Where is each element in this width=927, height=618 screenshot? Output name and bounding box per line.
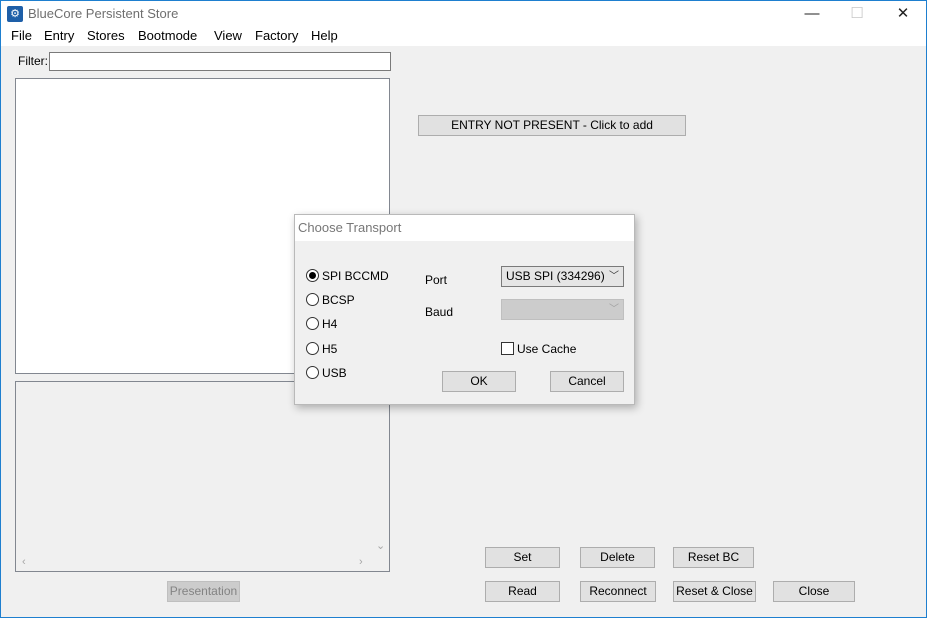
scroll-down-icon[interactable]: ⌄ bbox=[376, 540, 385, 552]
delete-button[interactable]: Delete bbox=[580, 547, 655, 568]
radio-label-h5: H5 bbox=[322, 342, 338, 356]
cancel-button[interactable]: Cancel bbox=[550, 371, 624, 392]
choose-transport-dialog: Choose Transport SPI BCCMD BCSP H4 H5 US… bbox=[294, 214, 635, 405]
menu-factory[interactable]: Factory bbox=[255, 28, 298, 43]
menu-stores[interactable]: Stores bbox=[87, 28, 125, 43]
app-gear-icon: ⚙ bbox=[7, 6, 23, 22]
use-cache-label: Use Cache bbox=[517, 342, 577, 356]
menu-entry[interactable]: Entry bbox=[44, 28, 74, 43]
radio-label-spi-bccmd: SPI BCCMD bbox=[322, 269, 389, 283]
maximize-button: ☐ bbox=[850, 5, 864, 22]
title-bar[interactable]: ⚙ BlueCore Persistent Store — ☐ ✕ bbox=[1, 1, 926, 27]
reconnect-button[interactable]: Reconnect bbox=[580, 581, 656, 602]
port-select-value: USB SPI (334296) bbox=[506, 269, 605, 283]
menu-bootmode[interactable]: Bootmode bbox=[138, 28, 197, 43]
scroll-right-icon[interactable]: › bbox=[359, 556, 363, 568]
main-window: ⚙ BlueCore Persistent Store — ☐ ✕ File E… bbox=[0, 0, 927, 618]
port-select[interactable]: USB SPI (334296) ﹀ bbox=[501, 266, 624, 287]
use-cache-checkbox[interactable] bbox=[501, 342, 514, 355]
radio-label-bcsp: BCSP bbox=[322, 293, 355, 307]
vertical-scrollbar[interactable]: ⌄ bbox=[372, 382, 389, 555]
window-title: BlueCore Persistent Store bbox=[28, 6, 179, 21]
dialog-title: Choose Transport bbox=[298, 220, 402, 235]
presentation-button: Presentation bbox=[167, 581, 240, 602]
set-button[interactable]: Set bbox=[485, 547, 560, 568]
menu-help[interactable]: Help bbox=[311, 28, 338, 43]
menu-file[interactable]: File bbox=[11, 28, 32, 43]
menu-view[interactable]: View bbox=[214, 28, 242, 43]
baud-select: ﹀ bbox=[501, 299, 624, 320]
filter-label: Filter: bbox=[18, 54, 48, 68]
radio-button[interactable] bbox=[306, 317, 319, 330]
radio-label-usb: USB bbox=[322, 366, 347, 380]
minimize-button[interactable]: — bbox=[789, 1, 835, 27]
menu-bar: File Entry Stores Bootmode View Factory … bbox=[1, 27, 926, 46]
radio-button[interactable] bbox=[306, 366, 319, 379]
close-button[interactable]: Close bbox=[773, 581, 855, 602]
ok-button[interactable]: OK bbox=[442, 371, 516, 392]
radio-button[interactable] bbox=[306, 342, 319, 355]
scroll-left-icon[interactable]: ‹ bbox=[22, 556, 26, 568]
chevron-down-icon: ﹀ bbox=[609, 271, 619, 282]
reset-close-button[interactable]: Reset & Close bbox=[673, 581, 756, 602]
filter-input[interactable] bbox=[49, 52, 391, 71]
baud-label: Baud bbox=[425, 305, 454, 319]
reset-bc-button[interactable]: Reset BC bbox=[673, 547, 754, 568]
entry-not-present-button[interactable]: ENTRY NOT PRESENT - Click to add bbox=[418, 115, 686, 136]
read-button[interactable]: Read bbox=[485, 581, 560, 602]
radio-button[interactable] bbox=[306, 293, 319, 306]
value-pane[interactable]: ⌄ ‹ › bbox=[15, 381, 390, 572]
close-window-button[interactable]: ✕ bbox=[880, 1, 926, 27]
radio-label-h4: H4 bbox=[322, 317, 338, 331]
radio-button-checked[interactable] bbox=[306, 269, 319, 282]
horizontal-scrollbar[interactable]: ‹ › bbox=[16, 554, 372, 571]
chevron-down-icon: ﹀ bbox=[609, 304, 619, 315]
port-label: Port bbox=[425, 273, 448, 287]
dialog-title-bar[interactable]: Choose Transport bbox=[295, 215, 634, 241]
